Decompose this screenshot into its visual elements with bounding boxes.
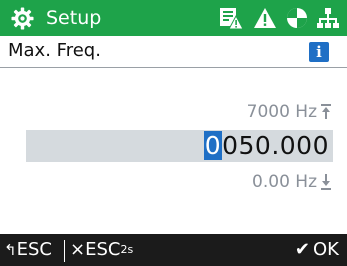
gear-icon: [11, 7, 34, 30]
min-limit-label: 0.00 Hz: [252, 172, 317, 192]
max-limit: 7000 Hz: [247, 100, 331, 124]
min-limit: 0.00 Hz: [252, 170, 331, 194]
esc-long-label: ESC: [85, 239, 121, 260]
esc-long-button[interactable]: × ESC 2s: [70, 234, 133, 266]
value-display[interactable]: 0050.000: [203, 130, 329, 162]
softkey-bar: ↰ ESC × ESC 2s ✔ OK: [0, 234, 347, 266]
parameter-name: Max. Freq.: [8, 40, 101, 61]
esc-long-duration: 2s: [120, 243, 134, 256]
header-bar: Setup: [0, 0, 347, 36]
page-title: Setup: [46, 7, 102, 29]
parameter-warning-icon: [220, 8, 244, 30]
ok-button[interactable]: ✔ OK: [295, 234, 339, 266]
network-icon: [317, 8, 339, 28]
cursor-digit[interactable]: 0: [203, 131, 223, 160]
check-icon: ✔: [294, 239, 311, 260]
warning-icon: [254, 8, 276, 28]
status-icons: [218, 6, 339, 30]
ok-label: OK: [313, 239, 339, 260]
max-limit-label: 7000 Hz: [246, 102, 317, 122]
upper-limit-icon: [321, 104, 331, 119]
return-icon: ↰: [4, 241, 17, 259]
back-button[interactable]: ↰ ESC: [4, 234, 52, 266]
lower-limit-icon: [321, 174, 331, 190]
info-icon[interactable]: i: [309, 42, 329, 62]
softkey-divider: [64, 240, 65, 262]
parameter-header: Max. Freq. i: [0, 36, 347, 68]
circle-quadrant-icon: [287, 8, 307, 28]
cancel-icon: ×: [70, 239, 86, 260]
back-label: ESC: [16, 239, 52, 260]
value-digits: 050.000: [222, 131, 329, 160]
